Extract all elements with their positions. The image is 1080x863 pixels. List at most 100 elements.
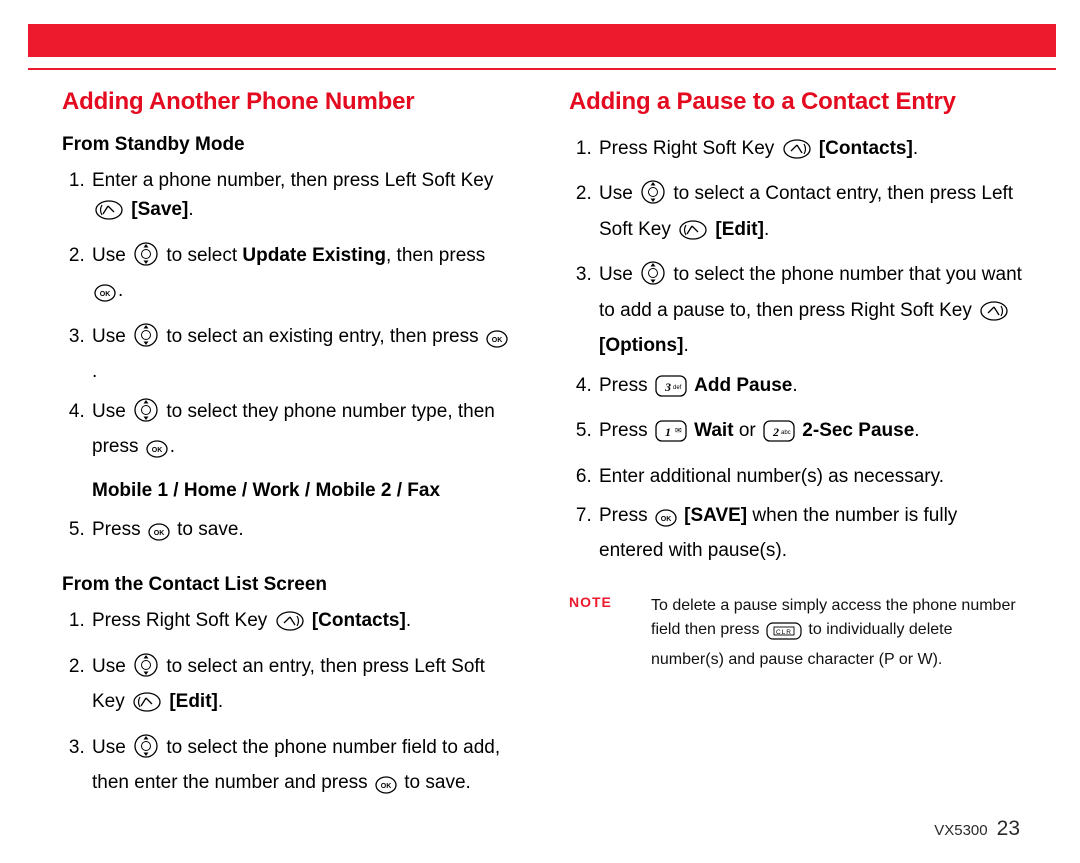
period: . [914,420,919,441]
nav-wheel-icon [640,260,666,295]
text: to save. [177,519,244,540]
svg-text:OK: OK [100,291,111,298]
step: Enter additional number(s) as necessary. [597,462,1022,491]
note-text: To delete a pause simply access the phon… [651,594,1022,672]
ok-key-icon: OK [148,521,170,550]
right-softkey-icon [275,610,305,641]
text: Use [92,245,131,266]
period: . [792,375,797,396]
keypad-2-icon: 2abc [763,420,795,451]
bold-edit: [Edit] [169,691,218,712]
nav-wheel-icon [133,397,159,432]
left-title: Adding Another Phone Number [62,88,515,116]
right-softkey-icon [979,300,1009,331]
page-number: 23 [997,817,1020,840]
nav-wheel-icon [133,322,159,357]
step: Use to select the phone number that you … [597,260,1022,360]
right-title: Adding a Pause to a Contact Entry [569,88,1022,116]
keypad-3-icon: 3def [655,375,687,406]
bold-save: [Save] [131,199,188,220]
svg-text:OK: OK [492,337,503,344]
ok-key-icon: OK [94,282,116,311]
right-column: Adding a Pause to a Contact Entry Press … [569,88,1022,803]
period: . [218,691,223,712]
subhead-standby: From Standby Mode [62,134,515,156]
svg-text:abc: abc [781,430,791,436]
left-column: Adding Another Phone Number From Standby… [62,88,515,803]
text: Use [92,401,131,422]
step: Press 1✉ Wait or 2abc 2-Sec Pause. [597,416,1022,451]
step: Press Right Soft Key [Contacts]. [90,606,515,641]
step: Press OK to save. [90,515,515,550]
bold-addpause: Add Pause [694,375,792,396]
header-band [28,24,1056,57]
text: Use [599,183,638,204]
ok-key-icon: OK [375,774,397,803]
left-softkey-icon [94,199,124,230]
svg-text:CLR: CLR [776,629,792,636]
svg-text:OK: OK [152,447,163,454]
period: . [913,138,918,159]
svg-text:OK: OK [381,783,392,790]
step: Use to select an entry, then press Left … [90,652,515,723]
text: Press [92,519,146,540]
manual-page: Adding Another Phone Number From Standby… [0,0,1080,863]
bold-wait: Wait [694,420,733,441]
period: . [683,335,688,356]
svg-text:OK: OK [661,516,672,523]
svg-text:1: 1 [665,425,671,439]
text: to select an existing entry, then press [166,326,484,347]
period: . [170,436,175,457]
nav-wheel-icon [133,652,159,687]
keypad-1-icon: 1✉ [655,420,687,451]
nav-wheel-icon [640,179,666,214]
model-number: VX5300 [934,822,987,839]
steps-contactlist: Press Right Soft Key [Contacts]. Use to … [62,606,515,803]
text: to select [166,245,242,266]
content-columns: Adding Another Phone Number From Standby… [62,88,1022,803]
step: Press 3def Add Pause. [597,371,1022,406]
text: Press Right Soft Key [599,138,780,159]
steps-standby: Enter a phone number, then press Left So… [62,166,515,550]
text: to save. [404,772,471,793]
bold-contacts: [Contacts] [819,138,913,159]
step: Use to select a Contact entry, then pres… [597,179,1022,250]
left-softkey-icon [678,219,708,250]
header-rule [28,68,1056,70]
clr-key-icon: CLR [766,622,802,648]
period: . [118,280,123,301]
step: Use to select they phone number type, th… [90,397,515,505]
right-softkey-icon [782,138,812,169]
bold-2sec: 2-Sec Pause [802,420,914,441]
text: Use [92,656,131,677]
svg-text:OK: OK [154,530,165,537]
step: Use to select an existing entry, then pr… [90,322,515,387]
ok-key-icon: OK [655,507,677,536]
svg-text:2: 2 [772,425,779,439]
text: or [739,420,761,441]
period: . [764,219,769,240]
text: Use [92,737,131,758]
bold-options: [Options] [599,335,683,356]
step: Press Right Soft Key [Contacts]. [597,134,1022,169]
text: Use [92,326,131,347]
text: , then press [386,245,485,266]
step: Press OK [SAVE] when the number is fully… [597,501,1022,566]
bold-update: Update Existing [242,245,386,266]
svg-text:✉: ✉ [675,426,682,435]
note-block: NOTE To delete a pause simply access the… [569,594,1022,672]
step: Enter a phone number, then press Left So… [90,166,515,231]
ok-key-icon: OK [146,438,168,467]
note-label: NOTE [569,594,621,610]
steps-pause: Press Right Soft Key [Contacts]. Use to … [569,134,1022,566]
left-softkey-icon [132,691,162,722]
period: . [406,610,411,631]
step: Use to select the phone number field to … [90,733,515,804]
period: . [188,199,193,220]
subhead-contactlist: From the Contact List Screen [62,574,515,596]
bold-edit: [Edit] [715,219,764,240]
svg-text:def: def [673,385,682,391]
text: Enter additional number(s) as necessary. [599,466,944,487]
page-footer: VX5300 23 [934,817,1020,841]
text: Enter a phone number, then press Left So… [92,170,493,191]
